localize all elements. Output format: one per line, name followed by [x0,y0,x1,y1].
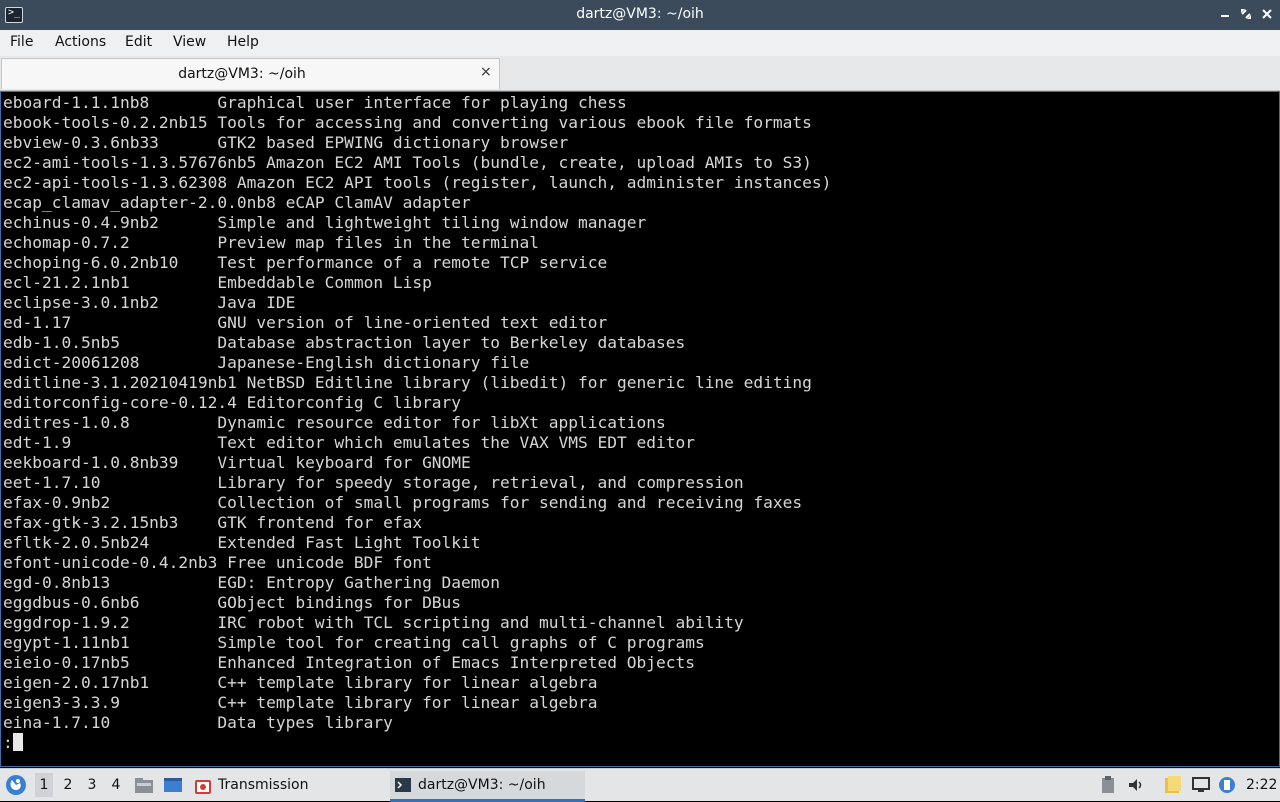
terminal-line: egd-0.8nb13 EGD: Entropy Gathering Daemo… [3,573,501,592]
menu-edit[interactable]: Edit [125,34,152,50]
network-icon[interactable] [1191,776,1211,798]
maximize-icon[interactable] [1238,6,1254,22]
file-manager-icon[interactable] [134,776,154,798]
terminal-line: editres-1.0.8 Dynamic resource editor fo… [3,413,666,432]
terminal-line: editline-3.1.20210419nb1 NetBSD Editline… [3,373,812,392]
task-label: dartz@VM3: ~/oih [418,777,546,793]
clipboard-icon[interactable] [1100,776,1116,798]
terminal-icon [394,777,412,793]
task-label: Transmission [218,777,309,793]
task-transmission[interactable]: Transmission [190,771,380,799]
files-icon[interactable] [1163,775,1183,799]
terminal-line: eboard-1.1.1nb8 Graphical user interface… [3,93,627,112]
transmission-icon [194,777,212,794]
terminal-output[interactable]: eboard-1.1.1nb8 Graphical user interface… [0,91,1280,767]
show-desktop-icon[interactable] [163,776,183,798]
terminal-line: ec2-api-tools-1.3.62308 Amazon EC2 API t… [3,173,832,192]
terminal-line: ebook-tools-0.2.2nb15 Tools for accessin… [3,113,812,132]
terminal-line: eggdrop-1.9.2 IRC robot with TCL scripti… [3,613,744,632]
terminal-line: eigen3-3.3.9 C++ template library for li… [3,693,598,712]
terminal-prompt-line[interactable]: : [3,733,831,753]
menu-bar: File Actions Edit View Help [0,30,1280,56]
terminal-line: edb-1.0.5nb5 Database abstraction layer … [3,333,686,352]
battery-icon[interactable] [1218,775,1236,799]
terminal-line: edt-1.9 Text editor which emulates the V… [3,433,695,452]
tab-terminal[interactable]: dartz@VM3: ~/oih × [1,58,500,89]
terminal-lines: eboard-1.1.1nb8 Graphical user interface… [3,93,831,753]
minimize-icon[interactable] [1217,6,1233,22]
menu-help[interactable]: Help [227,34,259,50]
workspace-2[interactable]: 2 [59,777,77,793]
terminal-line: eina-1.7.10 Data types library [3,713,393,732]
clock[interactable]: 2:22 [1246,777,1277,793]
terminal-line: eigen-2.0.17nb1 C++ template library for… [3,673,598,692]
terminal-line: ecap_clamav_adapter-2.0.0nb8 eCAP ClamAV… [3,193,471,212]
text-cursor [12,733,23,751]
terminal-line: efont-unicode-0.4.2nb3 Free unicode BDF … [3,553,432,572]
terminal-line: ec2-ami-tools-1.3.57676nb5 Amazon EC2 AM… [3,153,812,172]
terminal-line: echoping-6.0.2nb10 Test performance of a… [3,253,608,272]
start-menu-icon[interactable] [5,774,27,800]
terminal-line: echomap-0.7.2 Preview map files in the t… [3,233,540,252]
menu-file[interactable]: File [10,34,33,50]
task-terminal[interactable]: dartz@VM3: ~/oih [390,771,585,802]
terminal-line: egypt-1.11nb1 Simple tool for creating c… [3,633,705,652]
terminal-line: edict-20061208 Japanese-English dictiona… [3,353,530,372]
terminal-line: eclipse-3.0.1nb2 Java IDE [3,293,296,312]
terminal-line: eggdbus-0.6nb6 GObject bindings for DBus [3,593,462,612]
window-titlebar[interactable]: >_ dartz@VM3: ~/oih [0,0,1280,30]
tab-label: dartz@VM3: ~/oih [178,66,306,82]
tab-close-icon[interactable]: × [480,64,492,80]
terminal-line: eekboard-1.0.8nb39 Virtual keyboard for … [3,453,471,472]
workspace-3[interactable]: 3 [83,777,101,793]
terminal-line: eieio-0.17nb5 Enhanced Integration of Em… [3,653,695,672]
terminal-line: efltk-2.0.5nb24 Extended Fast Light Tool… [3,533,481,552]
menu-view[interactable]: View [173,34,206,50]
workspace-1[interactable]: 1 [35,773,53,797]
terminal-line: echinus-0.4.9nb2 Simple and lightweight … [3,213,647,232]
window-title: dartz@VM3: ~/oih [576,6,704,22]
terminal-line: ed-1.17 GNU version of line-oriented tex… [3,313,608,332]
menu-actions[interactable]: Actions [55,34,106,50]
workspace-4[interactable]: 4 [107,777,125,793]
terminal-line: eet-1.7.10 Library for speedy storage, r… [3,473,744,492]
terminal-line: efax-gtk-3.2.15nb3 GTK frontend for efax [3,513,423,532]
terminal-line: ecl-21.2.1nb1 Embeddable Common Lisp [3,273,432,292]
taskbar: 1 2 3 4 Transmission dartz@VM3: ~/oih 2:… [0,768,1280,802]
tab-bar: dartz@VM3: ~/oih × [0,56,1280,91]
close-icon[interactable] [1259,6,1275,22]
volume-icon[interactable] [1127,776,1145,798]
pager-prompt: : [3,733,13,752]
terminal-line: efax-0.9nb2 Collection of small programs… [3,493,803,512]
terminal-line: editorconfig-core-0.12.4 Editorconfig C … [3,393,462,412]
terminal-line: ebview-0.3.6nb33 GTK2 based EPWING dicti… [3,133,569,152]
